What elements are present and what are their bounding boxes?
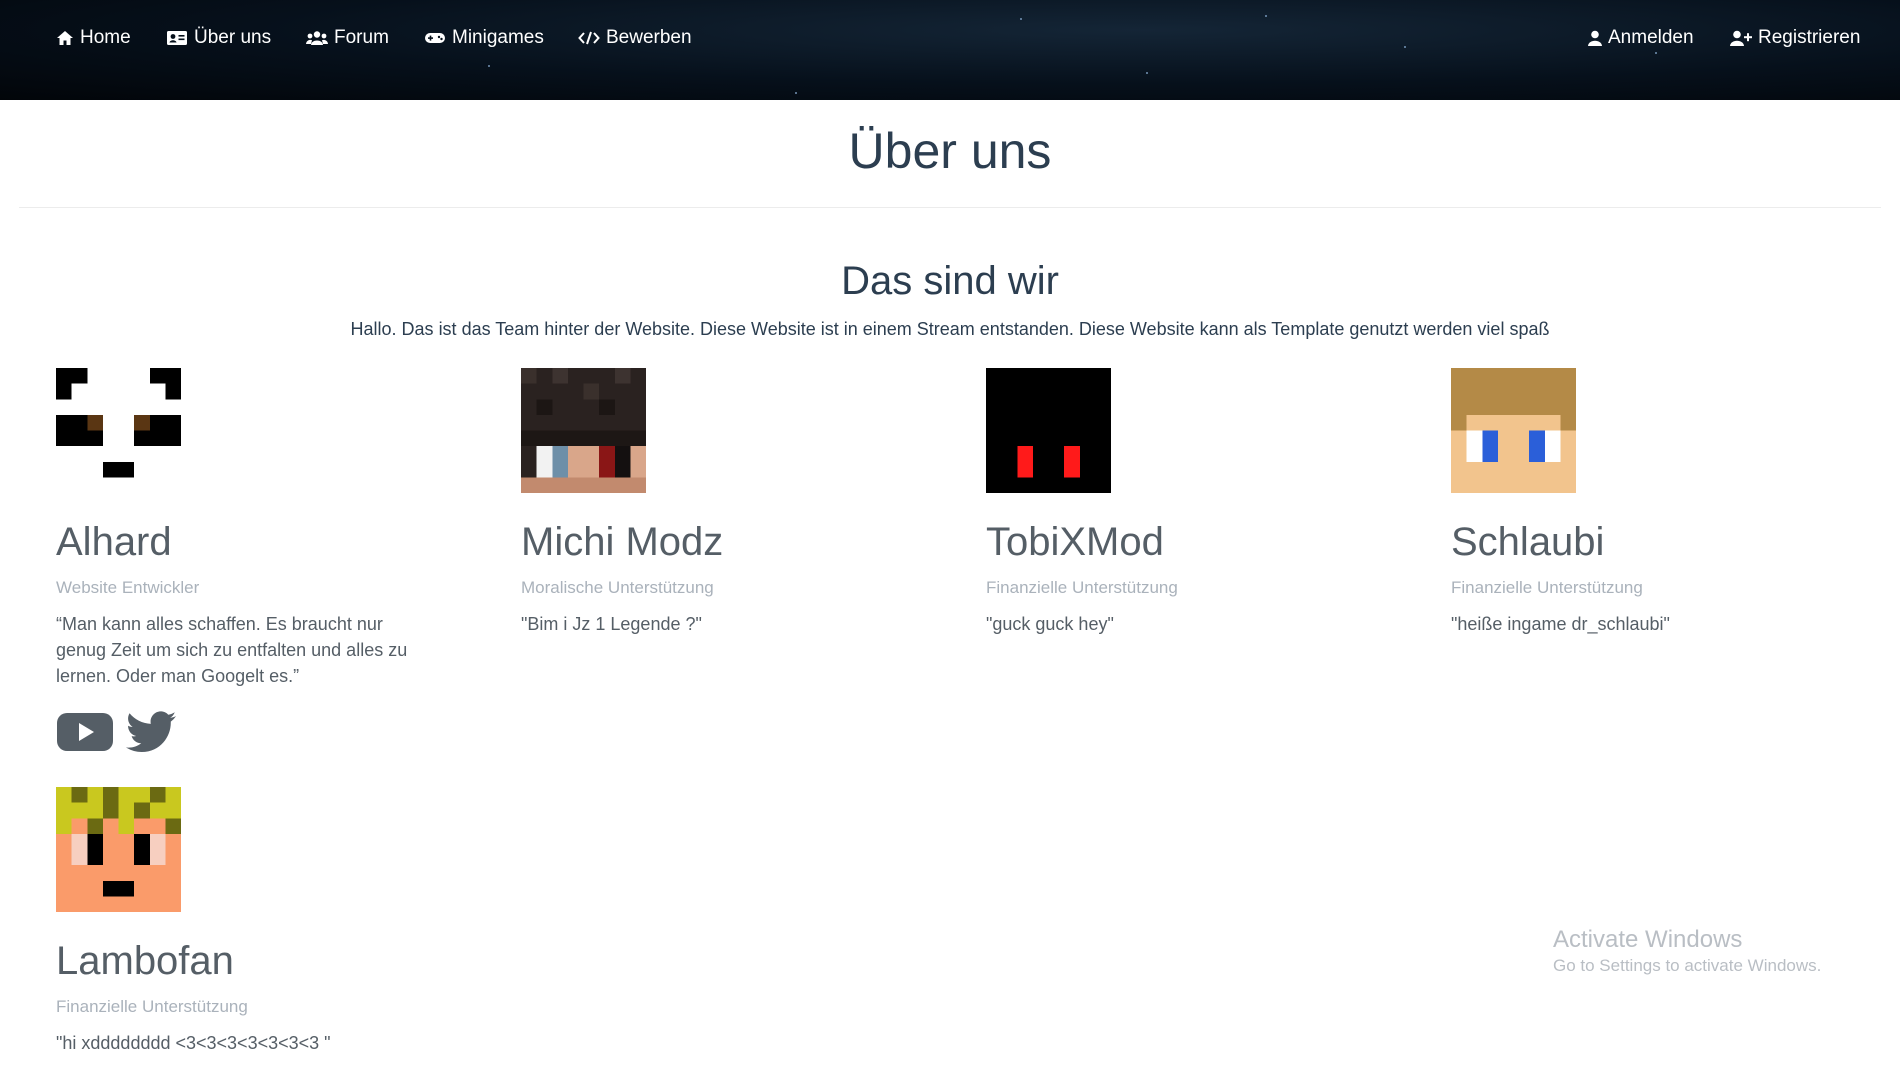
member-name: Lambofan	[56, 939, 234, 983]
home-icon	[57, 31, 73, 45]
member-name: TobiXMod	[986, 520, 1164, 564]
member-role: Finanzielle Unterstützung	[1451, 578, 1643, 597]
youtube-icon[interactable]	[56, 711, 114, 758]
nav-minigames-label: Minigames	[452, 27, 544, 48]
team-member-card: Michi Modz Moralische Unterstützung "Bim…	[521, 368, 901, 637]
team-member-card: TobiXMod Finanzielle Unterstützung "guck…	[986, 368, 1366, 637]
twitter-icon[interactable]	[126, 711, 176, 758]
member-quote: “Man kann alles schaffen. Es braucht nur…	[56, 614, 408, 686]
user-plus-icon	[1730, 30, 1752, 46]
member-role: Finanzielle Unterstützung	[986, 578, 1178, 597]
member-role: Moralische Unterstützung	[521, 578, 714, 597]
member-quote: "guck guck hey"	[986, 614, 1114, 634]
code-icon	[578, 31, 600, 45]
star-decoration	[795, 92, 797, 94]
star-decoration	[1146, 72, 1148, 74]
nav-about[interactable]: Über uns	[166, 26, 271, 50]
nav-login[interactable]: Anmelden	[1588, 26, 1694, 50]
top-navbar: Home Über uns Forum Minigames Bewerben A…	[0, 0, 1900, 100]
star-decoration	[1404, 46, 1406, 48]
panda-skin-icon	[56, 368, 181, 493]
member-name: Schlaubi	[1451, 520, 1605, 564]
member-role: Website Entwickler	[56, 578, 200, 597]
nav-home[interactable]: Home	[56, 26, 131, 50]
header-divider	[19, 207, 1881, 208]
team-member-card: Schlaubi Finanzielle Unterstützung "heiß…	[1451, 368, 1831, 637]
watermark-title: Activate Windows	[1553, 926, 1743, 953]
member-role: Finanzielle Unterstützung	[56, 997, 248, 1016]
windows-activation-watermark: Activate Windows Go to Settings to activ…	[1553, 925, 1821, 977]
star-decoration	[1020, 18, 1022, 20]
star-decoration	[1265, 15, 1267, 17]
nav-register[interactable]: Registrieren	[1730, 26, 1860, 50]
yellow-hair-skin-icon	[56, 787, 181, 912]
user-icon	[1588, 30, 1602, 46]
intro-text: Hallo. Das ist das Team hinter der Websi…	[350, 319, 1550, 339]
nav-login-label: Anmelden	[1608, 27, 1694, 48]
watermark-subtitle: Go to Settings to activate Windows.	[1553, 956, 1822, 975]
nav-about-label: Über uns	[194, 27, 272, 48]
id-card-icon	[167, 31, 187, 45]
star-decoration	[488, 65, 490, 67]
section-title: Das sind wir	[841, 259, 1059, 303]
dark-hair-skin-icon	[521, 368, 646, 493]
member-quote: "heiße ingame dr_schlaubi"	[1451, 614, 1670, 634]
nav-home-label: Home	[80, 27, 131, 48]
nav-register-label: Registrieren	[1758, 27, 1861, 48]
black-red-eyes-skin-icon	[986, 368, 1111, 493]
nav-forum[interactable]: Forum	[306, 26, 389, 50]
nav-apply[interactable]: Bewerben	[578, 26, 692, 50]
page-title: Über uns	[848, 123, 1052, 179]
team-member-card: Alhard Website Entwickler “Man kann alle…	[56, 368, 436, 758]
users-icon	[306, 31, 328, 45]
blonde-blue-eyes-skin-icon	[1451, 368, 1576, 493]
social-links	[56, 711, 436, 758]
member-name: Michi Modz	[521, 520, 724, 564]
nav-apply-label: Bewerben	[606, 27, 692, 48]
member-name: Alhard	[56, 520, 172, 564]
member-quote: "Bim i Jz 1 Legende ?"	[521, 614, 702, 634]
nav-minigames[interactable]: Minigames	[424, 26, 544, 50]
nav-forum-label: Forum	[334, 27, 389, 48]
star-decoration	[1655, 52, 1657, 54]
team-member-card: Lambofan Finanzielle Unterstützung "hi x…	[56, 787, 436, 1056]
gamepad-icon	[425, 33, 445, 43]
member-quote: "hi xdddddddd <3<3<3<3<3<3<3 "	[56, 1033, 331, 1053]
